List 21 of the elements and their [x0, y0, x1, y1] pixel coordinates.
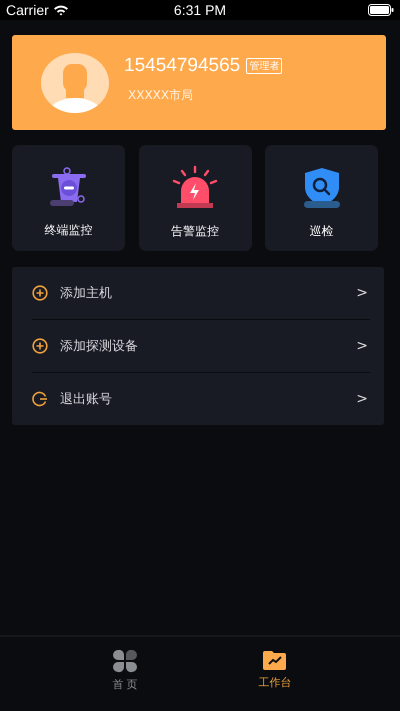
- avatar-icon: [40, 52, 110, 114]
- plus-circle-icon: [32, 285, 48, 301]
- chart-folder-icon: [262, 649, 288, 671]
- tab[interactable]: 首 页: [85, 637, 165, 711]
- menu-item[interactable]: 退出账号 >: [12, 373, 384, 425]
- menu-item[interactable]: 添加主机 >: [12, 267, 384, 319]
- logout-icon: [32, 391, 48, 407]
- menu-item[interactable]: 添加探测设备 >: [12, 320, 384, 372]
- wifi-icon: [52, 4, 69, 16]
- feature-tile[interactable]: 终端监控: [12, 145, 125, 251]
- carrier-name: Carrier: [6, 2, 49, 18]
- feature-tile[interactable]: 告警监控: [138, 145, 252, 251]
- status-time: 6:31 PM: [174, 2, 226, 18]
- feature-tile[interactable]: 巡检: [265, 145, 378, 251]
- organization-name: XXXXX市局: [127, 87, 194, 104]
- clover-icon: [112, 649, 138, 673]
- role-badge: 管理者: [246, 58, 282, 74]
- battery-icon: [368, 4, 394, 16]
- phone-number: 15454794565: [124, 55, 240, 77]
- plus-circle-icon: [32, 338, 48, 354]
- tab[interactable]: 工作台: [235, 637, 315, 711]
